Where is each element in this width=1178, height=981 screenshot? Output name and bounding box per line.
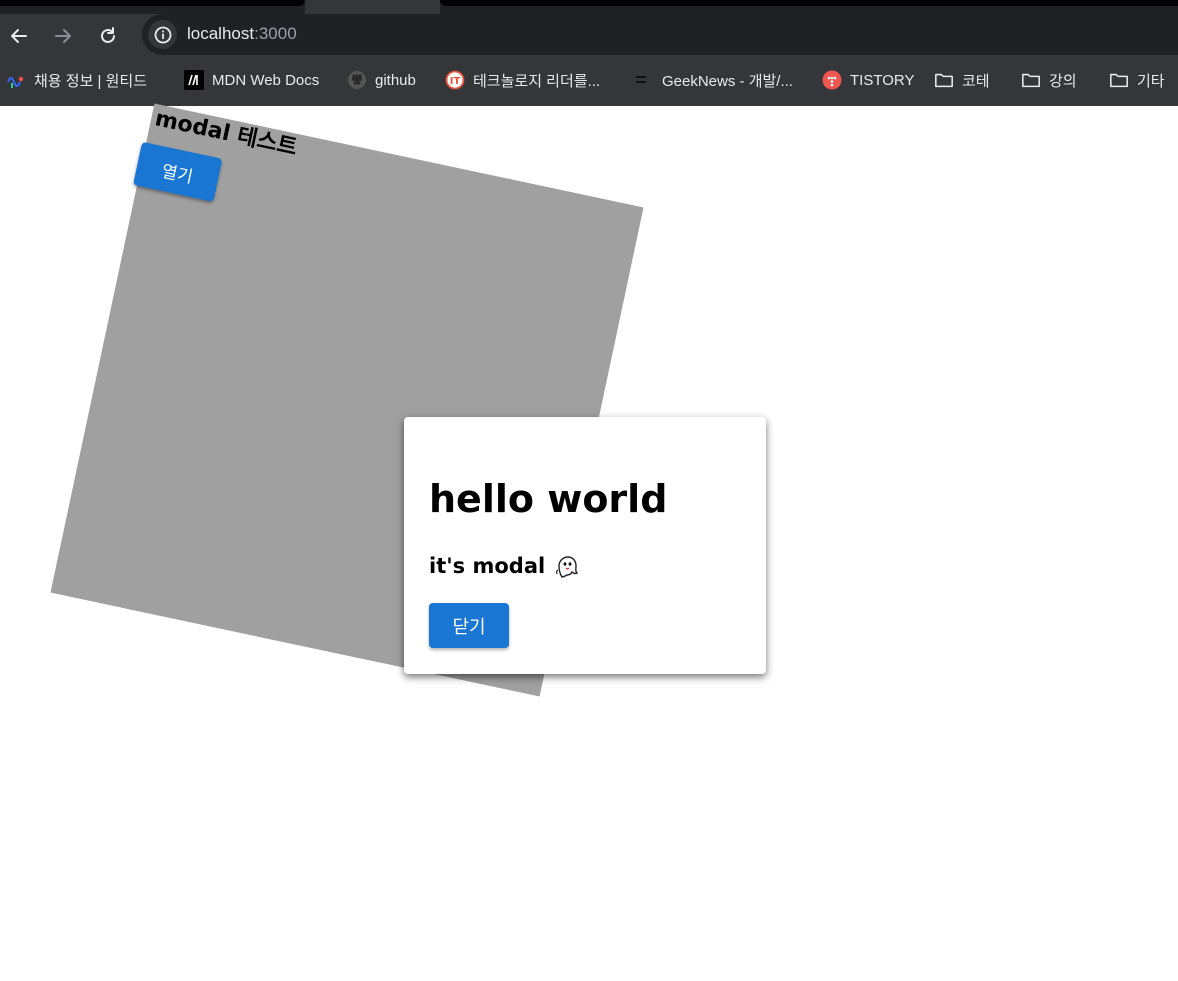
tab-strip-right [440,0,1178,6]
reload-icon [101,27,115,43]
folder-icon [1021,70,1041,90]
arrow-left-icon [11,29,27,43]
tab-strip [0,0,1178,14]
github-icon [347,70,367,90]
svg-text:IT: IT [450,76,461,87]
modal-subtitle: it's modal [429,552,581,580]
bookmark-folder-kote[interactable]: 코테 [934,68,990,92]
bookmark-label: MDN Web Docs [212,71,320,89]
tistory-icon [822,70,842,90]
bookmarks-bar: 채용 정보 | 원티드 MDN Web Docs github IT 테크놀로지… [0,64,1178,96]
ghost-icon [556,556,579,578]
bookmark-tistory[interactable]: TISTORY [822,68,914,92]
bookmark-folder-lecture[interactable]: 강의 [1021,68,1077,92]
bookmark-label: GeekNews - 개발/... [662,72,793,90]
browser-chrome: localhost:3000 채용 정보 | 원티드 MDN Web Docs … [0,0,1178,106]
reload-button[interactable] [92,20,124,52]
url-host: localhost [187,24,255,43]
bookmark-mdn[interactable]: MDN Web Docs [184,68,319,92]
tab-strip-left [0,0,305,6]
url-text[interactable]: localhost:3000 [187,24,297,44]
it-icon: IT [445,70,465,90]
folder-icon [934,70,954,90]
active-tab[interactable] [305,0,440,14]
bookmark-label: TISTORY [850,71,915,89]
bookmark-label: github [375,71,416,89]
url-port: :3000 [254,24,297,43]
modal-heading: hello world [429,477,668,521]
arrow-right-icon [55,29,71,43]
close-button[interactable]: 닫기 [429,603,509,648]
wanted-icon [6,70,26,90]
bookmark-label: 테크놀로지 리더를... [473,72,601,90]
geeknews-icon [634,70,654,90]
bookmark-geeknews[interactable]: GeekNews - 개발/... [634,68,793,92]
bookmark-label: 채용 정보 | 원티드 [34,72,147,90]
forward-button[interactable] [47,20,79,52]
bookmark-label: 코테 [962,72,990,90]
folder-icon [1109,70,1129,90]
bookmark-it[interactable]: IT 테크놀로지 리더를... [445,68,600,92]
modal-subtitle-text: it's modal [429,554,546,578]
bookmark-label: 강의 [1049,72,1077,90]
bookmark-github[interactable]: github [347,68,416,92]
bookmark-folder-etc[interactable]: 기타 [1109,68,1165,92]
address-bar[interactable]: localhost:3000 [142,14,1178,55]
bookmark-label: 기타 [1137,72,1165,90]
back-button[interactable] [3,20,35,52]
site-info-button[interactable] [148,20,177,49]
bookmark-wanted[interactable]: 채용 정보 | 원티드 [6,68,147,92]
mdn-icon [184,70,204,90]
info-icon [154,26,171,43]
open-button[interactable]: 열기 [133,141,223,202]
modal-dialog: hello world it's modal 닫기 [404,417,766,674]
toolbar: localhost:3000 [0,14,1178,58]
